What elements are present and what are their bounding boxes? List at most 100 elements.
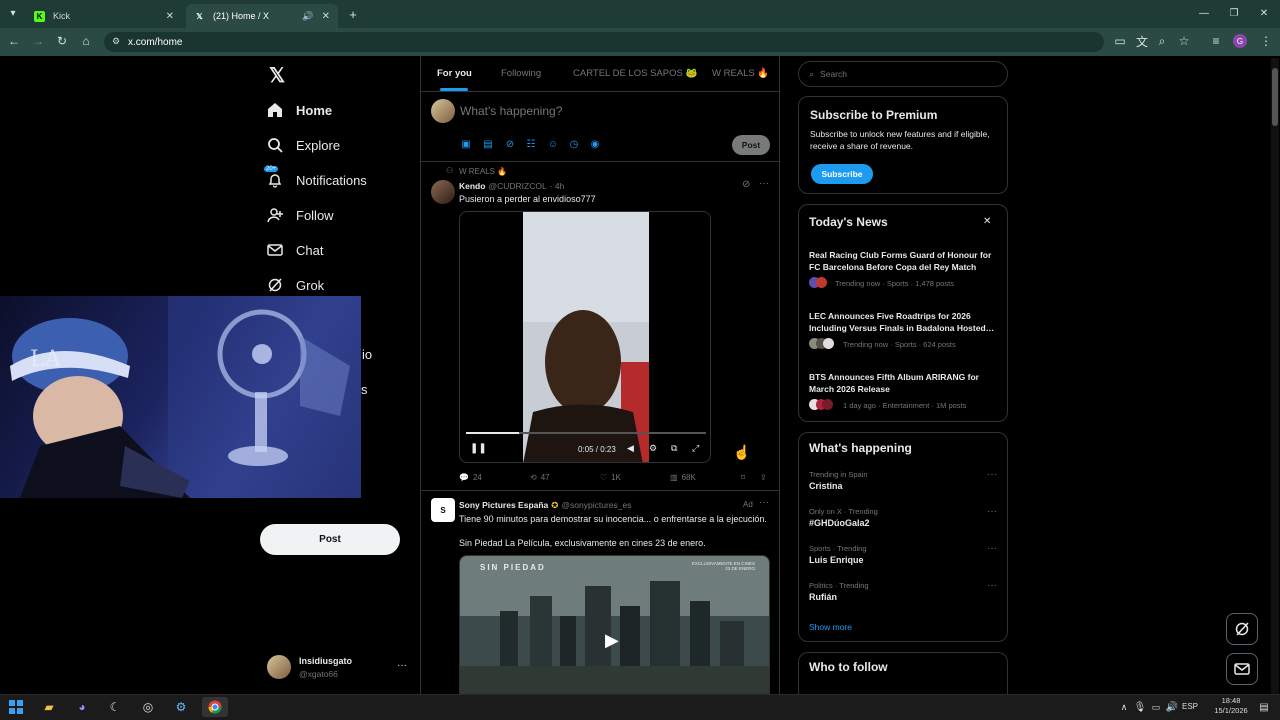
search-input[interactable]: ⌕ Search [798, 61, 1008, 87]
restore-icon[interactable]: ❐ [1225, 6, 1243, 20]
news-headline[interactable]: Real Racing Club Forms Guard of Honour f… [809, 249, 1001, 273]
notification-center-icon[interactable]: ▤ [1254, 697, 1274, 717]
scrollbar-thumb[interactable] [1272, 68, 1278, 126]
avatar[interactable] [431, 180, 455, 204]
messages-float-icon[interactable] [1226, 653, 1258, 685]
tab-kick[interactable]: K Kick ✕ [26, 4, 182, 28]
tweet-handle[interactable]: @sonypictures_es [561, 500, 631, 511]
schedule-icon[interactable]: ◷ [568, 138, 580, 150]
trend-more-icon[interactable]: ··· [987, 506, 997, 517]
like-button[interactable]: ♡ 1K [600, 471, 621, 483]
location-icon[interactable]: ◉ [589, 138, 601, 150]
page-scrollbar[interactable] [1271, 58, 1279, 694]
tweet-video[interactable]: ❚❚ 0:05 / 0:23 ◀ ⚙ ⧉ ⤢ [459, 211, 711, 463]
sidebar-item-home[interactable]: Home [264, 96, 414, 124]
obs-icon[interactable]: ◎ [138, 697, 158, 717]
zoom-icon[interactable]: ⌕ [1154, 33, 1170, 49]
repost-button[interactable]: ⟲ 47 [530, 471, 550, 483]
sidebar-item-notifications[interactable]: 20+ Notifications [264, 166, 414, 194]
browser-menu-icon[interactable]: ⋮ [1258, 33, 1274, 49]
avatar[interactable] [267, 655, 291, 679]
discord-icon[interactable]: ◕ [72, 697, 92, 717]
back-icon[interactable]: ← [6, 33, 22, 49]
grok-tweet-icon[interactable]: ⊘ [742, 179, 750, 190]
new-tab-icon[interactable]: + [344, 7, 362, 22]
profile-avatar[interactable]: G [1233, 34, 1247, 48]
pip-icon[interactable]: ⧉ [671, 443, 677, 454]
trend-more-icon[interactable]: ··· [987, 543, 997, 554]
news-headline[interactable]: LEC Announces Five Roadtrips for 2026 In… [809, 310, 1001, 334]
trend-name[interactable]: Luis Enrique [809, 555, 864, 565]
kick-app-icon[interactable]: ☾ [105, 697, 125, 717]
sidebar-item-grok[interactable]: Grok [264, 271, 414, 299]
ad-video[interactable]: SIN PIEDAD EXCLUSIVAMENTE EN CINES 23 DE… [459, 555, 770, 694]
close-tab-icon[interactable]: ✕ [322, 11, 330, 22]
trend-more-icon[interactable]: ··· [987, 469, 997, 480]
composer-input[interactable]: What's happening? [460, 104, 562, 118]
trend-name[interactable]: Cristina [809, 481, 843, 491]
forward-icon[interactable]: → [30, 33, 46, 49]
trend-name[interactable]: #GHDúoGala2 [809, 518, 870, 528]
image-icon[interactable]: ▣ [460, 138, 472, 150]
site-info-icon[interactable]: ⚙ [112, 36, 120, 47]
play-icon[interactable]: ▶ [605, 630, 619, 651]
steam-icon[interactable]: ⚙ [171, 697, 191, 717]
fullscreen-icon[interactable]: ⤢ [692, 443, 699, 454]
grok-compose-icon[interactable]: ⊘ [504, 138, 516, 150]
close-icon[interactable]: ✕ [983, 216, 991, 227]
speaker-icon[interactable]: 🔊 [302, 11, 313, 22]
views-button[interactable]: ▥ 68K [670, 471, 696, 483]
grok-float-icon[interactable] [1226, 613, 1258, 645]
account-more-icon[interactable]: ··· [397, 660, 407, 671]
file-explorer-icon[interactable]: ▰ [39, 697, 59, 717]
sidebar-item-chat[interactable]: Chat [264, 236, 414, 264]
tab-cartel-de-los-sapos[interactable]: CARTEL DE LOS SAPOS 🐸 [573, 68, 697, 79]
volume-tray-icon[interactable]: 🔊 [1162, 697, 1182, 717]
tab-w-reals[interactable]: W REALS 🔥 [712, 68, 769, 79]
bookmark-star-icon[interactable]: ☆ [1176, 33, 1192, 49]
show-more-link[interactable]: Show more [809, 622, 852, 632]
share-icon[interactable]: ⇪ [760, 471, 767, 483]
translate-icon[interactable]: 文 [1134, 33, 1150, 49]
emoji-icon[interactable]: ☺ [547, 138, 559, 150]
news-headline[interactable]: BTS Announces Fifth Album ARIRANG for Ma… [809, 371, 1001, 395]
sidebar-item-follow[interactable]: Follow [264, 201, 414, 229]
tab-search-icon[interactable]: ▾ [4, 6, 22, 20]
minimize-icon[interactable]: — [1195, 6, 1213, 20]
reply-button[interactable]: 💬 24 [459, 471, 482, 483]
language-indicator[interactable]: ESP [1182, 702, 1198, 711]
gif-icon[interactable]: ▤ [482, 138, 494, 150]
volume-icon[interactable]: ◀ [627, 443, 634, 454]
tab-for-you[interactable]: For you [437, 68, 472, 79]
home-browser-icon[interactable]: ⌂ [78, 33, 94, 49]
cast-icon[interactable]: ▭ [1112, 33, 1128, 49]
chrome-taskbar-icon[interactable] [202, 697, 228, 717]
tweet-handle[interactable]: @CUDRIZCOL [488, 181, 546, 191]
settings-icon[interactable]: ⚙ [649, 443, 657, 454]
sidebar-item-explore[interactable]: Explore [264, 131, 414, 159]
x-logo-icon[interactable]: 𝕏 [266, 64, 288, 87]
trend-more-icon[interactable]: ··· [987, 580, 997, 591]
close-window-icon[interactable]: ✕ [1255, 6, 1273, 20]
subscribe-button[interactable]: Subscribe [811, 164, 873, 184]
tweet-author[interactable]: Kendo [459, 181, 485, 191]
clock[interactable]: 18:48 15/1/2026 [1210, 696, 1252, 716]
tweet-more-icon[interactable]: ··· [759, 178, 769, 189]
sony-logo-avatar[interactable]: S [431, 498, 455, 522]
tweet-time[interactable]: · 4h [550, 181, 565, 191]
address-bar[interactable]: ⚙ x.com/home [104, 32, 1104, 52]
poll-icon[interactable]: ☷ [525, 138, 537, 150]
close-tab-icon[interactable]: ✕ [166, 11, 174, 22]
post-button[interactable]: Post [260, 524, 400, 555]
reading-list-icon[interactable]: ≡ [1208, 33, 1224, 49]
windows-start-icon[interactable] [6, 697, 26, 717]
tab-x-home[interactable]: 𝕏 (21) Home / X 🔊 ✕ [186, 4, 338, 28]
account-name[interactable]: Insidiusgato [299, 656, 352, 666]
tweet-author[interactable]: Sony Pictures España [459, 500, 548, 511]
community-context[interactable]: W REALS 🔥 [459, 167, 507, 176]
composer-post-button[interactable]: Post [732, 135, 770, 155]
video-progress-track[interactable] [466, 432, 706, 434]
pause-icon[interactable]: ❚❚ [470, 443, 487, 454]
reload-icon[interactable]: ↻ [54, 33, 70, 49]
bookmark-icon[interactable]: ⌑ [741, 471, 745, 483]
